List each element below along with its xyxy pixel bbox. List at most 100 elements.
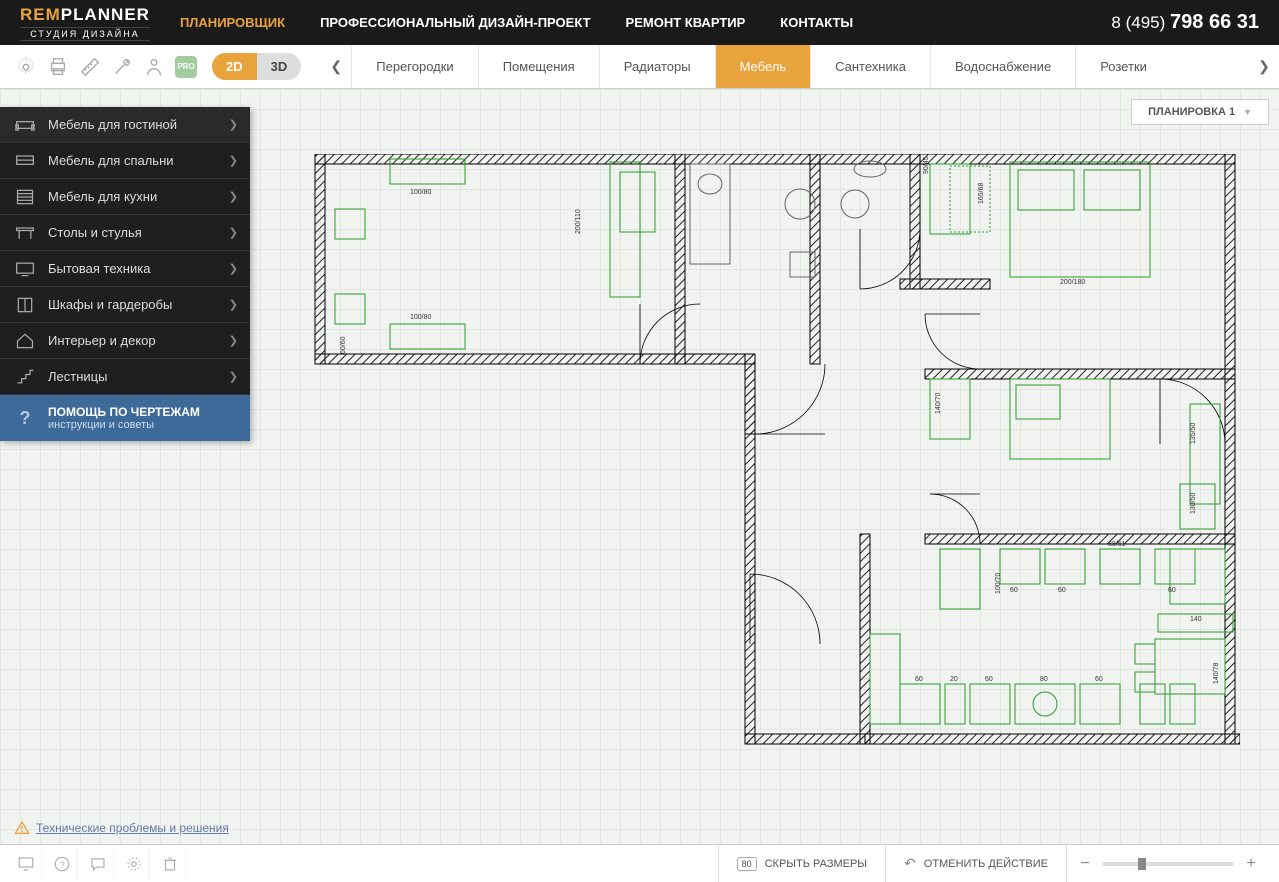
sidebar-item-label: Интерьер и декор [48, 333, 229, 348]
sidebar-item-stairs[interactable]: Лестницы ❯ [0, 359, 250, 395]
toolbar: PRO 2D 3D ❮ Перегородки Помещения Радиат… [0, 45, 1279, 89]
tech-link-label: Технические проблемы и решения [36, 821, 229, 835]
tab-furniture[interactable]: Мебель [715, 45, 811, 88]
hide-dims-label: СКРЫТЬ РАЗМЕРЫ [765, 858, 867, 870]
svg-text:90/45: 90/45 [923, 156, 930, 174]
sidebar-item-appliances[interactable]: Бытовая техника ❯ [0, 251, 250, 287]
sidebar-item-tables[interactable]: Столы и стулья ❯ [0, 215, 250, 251]
sidebar-item-label: Бытовая техника [48, 261, 229, 276]
sidebar-item-label: Шкафы и гардеробы [48, 297, 229, 312]
chevron-right-icon: ❯ [229, 262, 238, 275]
svg-text:140: 140 [1190, 616, 1202, 623]
chevron-right-icon: ❯ [229, 190, 238, 203]
phone[interactable]: 8 (495) 798 66 31 [1111, 11, 1259, 34]
dims-badge: 80 [737, 857, 757, 871]
sidebar-item-label: Мебель для спальни [48, 153, 229, 168]
category-tabs: Перегородки Помещения Радиаторы Мебель С… [351, 45, 1249, 88]
tabs-next-icon[interactable]: ❯ [1249, 58, 1279, 75]
svg-text:60: 60 [1010, 587, 1018, 594]
view-3d-button[interactable]: 3D [257, 53, 302, 80]
bed-icon [12, 151, 38, 171]
undo-button[interactable]: ↶ ОТМЕНИТЬ ДЕЙСТВИЕ [885, 845, 1066, 882]
chevron-right-icon: ❯ [229, 226, 238, 239]
house-icon [12, 331, 38, 351]
sidebar-item-label: Мебель для гостиной [48, 117, 229, 132]
ruler-icon[interactable] [76, 53, 104, 81]
view-2d-button[interactable]: 2D [212, 53, 257, 80]
tab-rooms[interactable]: Помещения [478, 45, 599, 88]
tab-plumbing[interactable]: Сантехника [810, 45, 930, 88]
svg-text:80: 80 [1040, 676, 1048, 683]
svg-text:60: 60 [1058, 587, 1066, 594]
svg-text:140/70: 140/70 [935, 392, 942, 414]
chevron-right-icon: ❯ [229, 370, 238, 383]
help-subtitle: инструкции и советы [48, 419, 200, 431]
nav-design-project[interactable]: ПРОФЕССИОНАЛЬНЫЙ ДИЗАЙН-ПРОЕКТ [320, 15, 590, 30]
zoom-handle[interactable] [1138, 858, 1146, 870]
svg-text:100/70: 100/70 [995, 572, 1002, 594]
nav-contacts[interactable]: КОНТАКТЫ [780, 15, 853, 30]
furniture-sidebar: Мебель для гостиной ❯ Мебель для спальни… [0, 107, 250, 441]
app-header: REMPLANNER СТУДИЯ ДИЗАЙНА ПЛАНИРОВЩИК ПР… [0, 0, 1279, 45]
stairs-icon [12, 367, 38, 387]
zoom-control: − + [1066, 845, 1269, 882]
zoom-in-button[interactable]: + [1243, 855, 1259, 873]
settings-gear-icon[interactable] [12, 53, 40, 81]
svg-text:60: 60 [1168, 587, 1176, 594]
svg-text:165/68: 165/68 [978, 182, 985, 204]
svg-text:200/180: 200/180 [1060, 279, 1085, 286]
svg-text:100/80: 100/80 [410, 189, 432, 196]
svg-text:100/80: 100/80 [410, 314, 432, 321]
sidebar-item-living[interactable]: Мебель для гостиной ❯ [0, 107, 250, 143]
worker-icon[interactable] [140, 53, 168, 81]
nav-renovation[interactable]: РЕМОНТ КВАРТИР [626, 15, 746, 30]
tools-icon[interactable] [108, 53, 136, 81]
phone-prefix: 8 (495) [1111, 13, 1170, 32]
tech-problems-link[interactable]: Технические проблемы и решения [14, 820, 229, 836]
logo-subtitle: СТУДИЯ ДИЗАЙНА [20, 27, 150, 41]
svg-text:20: 20 [950, 676, 958, 683]
tab-sockets[interactable]: Розетки [1075, 45, 1171, 88]
svg-text:60: 60 [915, 676, 923, 683]
tab-water[interactable]: Водоснабжение [930, 45, 1075, 88]
sidebar-item-wardrobes[interactable]: Шкафы и гардеробы ❯ [0, 287, 250, 323]
tabs-prev-icon[interactable]: ❮ [321, 58, 351, 75]
tool-icons: PRO 2D 3D [0, 53, 321, 81]
nav-planner[interactable]: ПЛАНИРОВЩИК [180, 15, 285, 30]
help-icon[interactable]: ? [46, 850, 78, 878]
pro-badge[interactable]: PRO [172, 53, 200, 81]
sidebar-help[interactable]: ? ПОМОЩЬ ПО ЧЕРТЕЖАМ инструкции и советы [0, 395, 250, 441]
settings-icon[interactable] [118, 850, 150, 878]
zoom-out-button[interactable]: − [1077, 855, 1093, 873]
chevron-right-icon: ❯ [229, 154, 238, 167]
sidebar-item-kitchen[interactable]: Мебель для кухни ❯ [0, 179, 250, 215]
hide-dimensions-button[interactable]: 80 СКРЫТЬ РАЗМЕРЫ [718, 845, 885, 882]
chat-icon[interactable] [82, 850, 114, 878]
tab-radiators[interactable]: Радиаторы [599, 45, 715, 88]
sidebar-item-label: Лестницы [48, 369, 229, 384]
svg-text:60: 60 [1095, 676, 1103, 683]
help-title: ПОМОЩЬ ПО ЧЕРТЕЖАМ [48, 405, 200, 419]
sidebar-item-decor[interactable]: Интерьер и декор ❯ [0, 323, 250, 359]
question-icon: ? [12, 408, 38, 429]
canvas-area[interactable]: ПЛАНИРОВКА 1 ▼ Мебель для гостиной ❯ Меб… [0, 89, 1279, 844]
chevron-right-icon: ❯ [229, 334, 238, 347]
zoom-slider[interactable] [1103, 862, 1233, 866]
footer-left: ? [10, 850, 718, 878]
logo-rem: REM [20, 5, 61, 24]
main-nav: ПЛАНИРОВЩИК ПРОФЕССИОНАЛЬНЫЙ ДИЗАЙН-ПРОЕ… [180, 15, 1111, 30]
wardrobe-icon [12, 295, 38, 315]
svg-text:140/78: 140/78 [1213, 662, 1220, 684]
footer: ? 80 СКРЫТЬ РАЗМЕРЫ ↶ ОТМЕНИТЬ ДЕЙСТВИЕ … [0, 844, 1279, 882]
trash-icon[interactable] [154, 850, 186, 878]
sidebar-item-label: Столы и стулья [48, 225, 229, 240]
monitor-icon[interactable] [10, 850, 42, 878]
svg-text:60: 60 [985, 676, 993, 683]
print-icon[interactable] [44, 53, 72, 81]
plan-selector-label: ПЛАНИРОВКА 1 [1148, 106, 1235, 118]
sidebar-item-bedroom[interactable]: Мебель для спальни ❯ [0, 143, 250, 179]
floorplan[interactable]: 100/80 200/110 165/68 200/180 100/80 60/… [300, 154, 1240, 754]
logo[interactable]: REMPLANNER СТУДИЯ ДИЗАЙНА [20, 5, 150, 41]
plan-selector[interactable]: ПЛАНИРОВКА 1 ▼ [1131, 99, 1269, 125]
tab-walls[interactable]: Перегородки [351, 45, 477, 88]
